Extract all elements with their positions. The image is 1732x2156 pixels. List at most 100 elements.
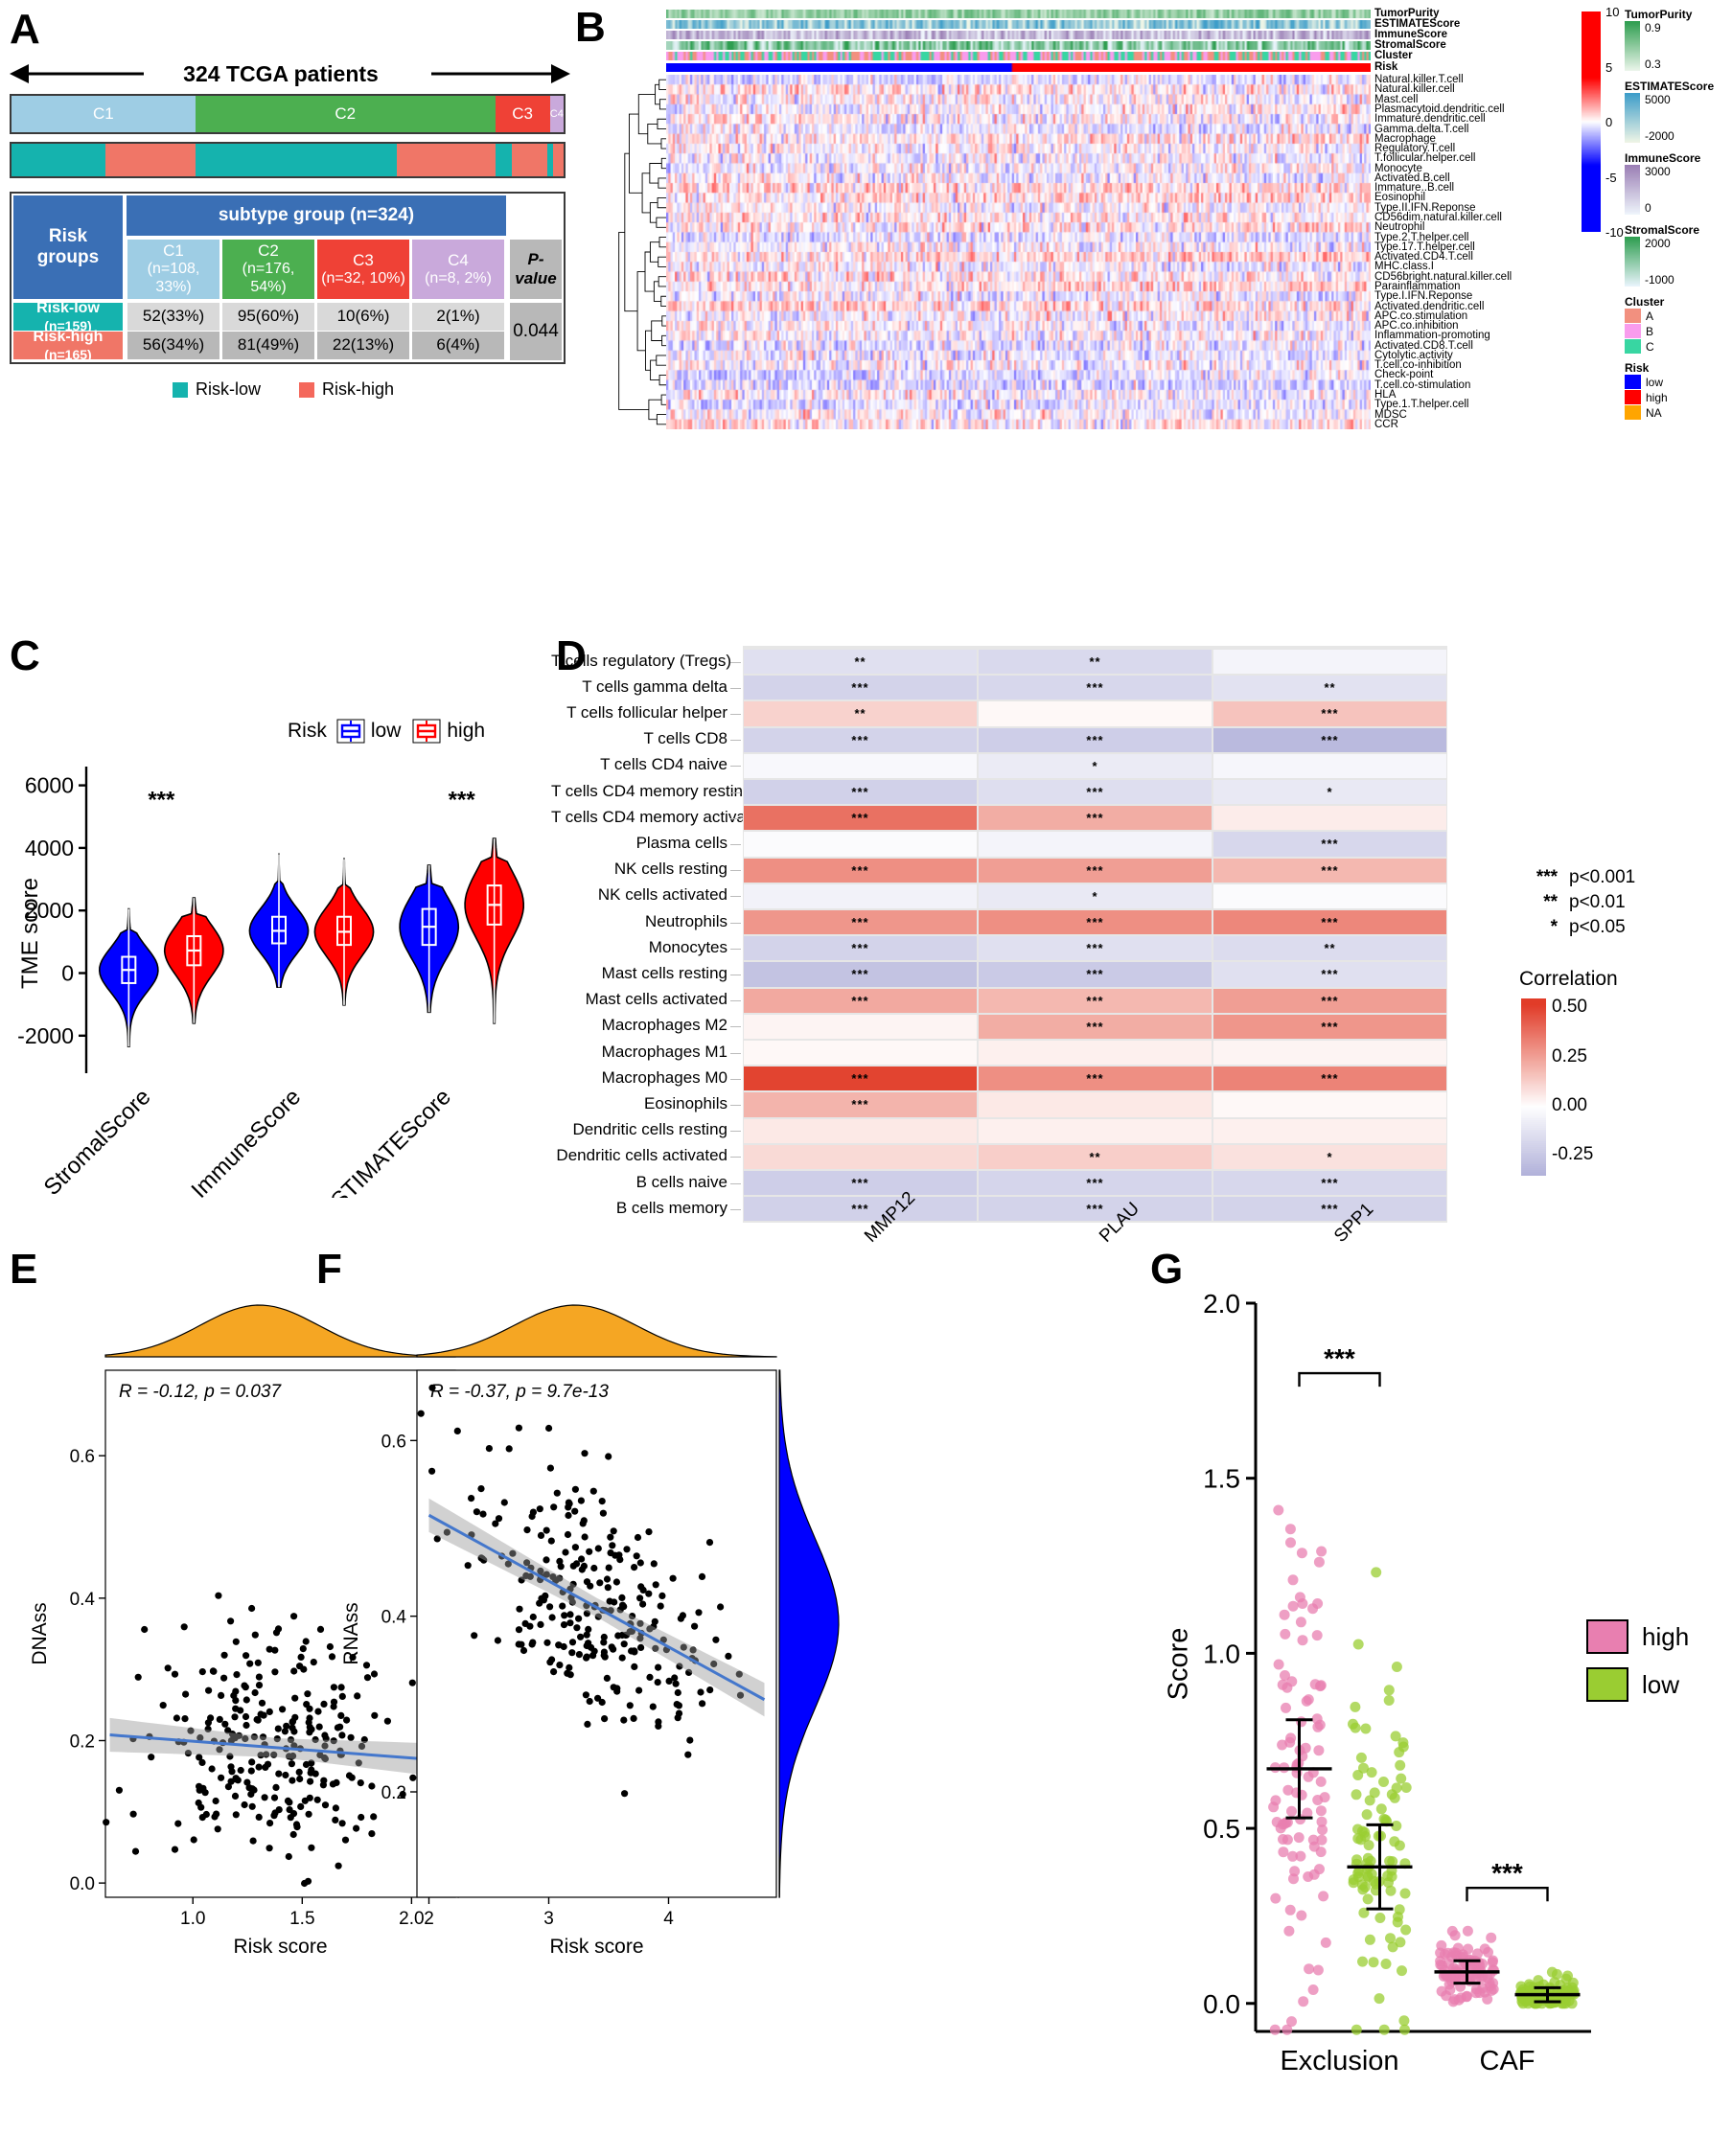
panel-g-ytick: 0.0 xyxy=(1203,1989,1240,2019)
scatter-point xyxy=(233,1671,241,1679)
legend-swatch xyxy=(1625,390,1641,404)
legend-item: NA xyxy=(1625,405,1730,420)
dot-point xyxy=(1285,1537,1296,1548)
scatter-point xyxy=(134,1673,142,1681)
scatter-point xyxy=(537,1620,544,1628)
col-header-name: C3 xyxy=(353,250,374,269)
dot-point xyxy=(1298,1996,1309,2007)
col-header-name: C2 xyxy=(258,241,279,261)
heatmap-row-label: CCR xyxy=(1374,418,1398,430)
scatter-point xyxy=(581,1450,589,1457)
scatter-point xyxy=(171,1846,179,1853)
scatter-point xyxy=(261,1794,268,1801)
scatter-ytick: 0.0 xyxy=(70,1874,95,1894)
scatter-point xyxy=(561,1612,568,1619)
scatter-point xyxy=(282,1771,289,1779)
scatter-point xyxy=(243,1778,251,1786)
scatter-point xyxy=(237,1707,244,1714)
scatter-point xyxy=(581,1533,589,1541)
legend-item: Risk-low xyxy=(173,379,261,400)
scatter-point xyxy=(603,1575,612,1583)
dot-point xyxy=(1357,1956,1368,1967)
correlation-cell xyxy=(1213,650,1446,675)
scatter-point xyxy=(520,1646,528,1655)
scatter-point xyxy=(577,1633,585,1640)
colorbar-tick: 0.25 xyxy=(1552,1045,1587,1067)
correlation-cell xyxy=(1213,1118,1446,1143)
annotation-legend-title: StromalScore xyxy=(1625,223,1700,237)
scatter-point xyxy=(266,1708,273,1715)
correlation-row-label: NK cells activated xyxy=(597,885,727,905)
correlation-cell: *** xyxy=(744,1171,977,1196)
correlation-cell: ** xyxy=(744,701,977,726)
scatter-point xyxy=(610,1527,617,1535)
scatter-point xyxy=(220,1674,228,1682)
legend-label: B xyxy=(1646,324,1654,338)
dot-point xyxy=(1273,1659,1284,1670)
scatter-point xyxy=(242,1652,250,1660)
scatter-point xyxy=(207,1714,215,1722)
dot-point xyxy=(1462,1925,1473,1937)
dot-point xyxy=(1286,1805,1297,1817)
dot-point xyxy=(1316,1546,1328,1557)
scatter-point xyxy=(289,1777,296,1784)
correlation-cell: *** xyxy=(744,962,977,987)
scatter-point xyxy=(141,1625,149,1634)
annotation-legend-gradient xyxy=(1625,165,1640,215)
dot-point xyxy=(1296,1716,1307,1728)
subtype-bar-segment: C4 xyxy=(549,96,565,132)
dot-point xyxy=(1320,1937,1331,1948)
scatter-ylabel: RNAss xyxy=(340,1602,362,1664)
categorical-legend-title: Cluster xyxy=(1625,295,1665,309)
correlation-cell: *** xyxy=(979,858,1212,883)
scatter-point xyxy=(453,1427,461,1434)
scatter-point xyxy=(227,1778,235,1785)
dot-point xyxy=(1312,1964,1324,1976)
scatter-point xyxy=(479,1510,487,1518)
correlation-cell: *** xyxy=(979,1067,1212,1091)
scatter-point xyxy=(198,1758,206,1766)
correlation-cell: *** xyxy=(1213,1197,1446,1222)
dot-point xyxy=(1351,2024,1362,2035)
scatter-point xyxy=(468,1495,475,1502)
violin-legend-item: low xyxy=(336,719,401,744)
annotation-legend: StromalScore 2000 -1000 xyxy=(1625,223,1730,287)
scatter-point xyxy=(290,1613,298,1620)
risk-bar-segment xyxy=(12,144,105,176)
scatter-point xyxy=(537,1531,545,1539)
scatter-point xyxy=(255,1763,263,1771)
scatter-point xyxy=(266,1820,274,1827)
scatter-point xyxy=(657,1602,664,1610)
row-label-name: Risk-low xyxy=(36,299,100,316)
scatter-point xyxy=(547,1537,555,1545)
boxplot-legend-icon xyxy=(412,719,441,744)
scatter-point xyxy=(232,1811,240,1819)
scatter-point xyxy=(634,1533,642,1542)
scatter-point xyxy=(698,1572,706,1580)
legend-label: A xyxy=(1646,309,1654,323)
legend-top-value: 5000 xyxy=(1645,93,1671,106)
scatter-point xyxy=(213,1810,220,1818)
scatter-point xyxy=(492,1520,499,1527)
scatter-point xyxy=(594,1694,602,1702)
scatter-point xyxy=(301,1797,309,1804)
scatter-point xyxy=(174,1820,182,1827)
dot-point xyxy=(1391,1662,1402,1672)
scatter-point xyxy=(251,1631,259,1639)
dot-point xyxy=(1378,1777,1389,1787)
correlation-row-label: NK cells resting xyxy=(613,860,727,879)
table-row-label: Risk-low (n=159) xyxy=(13,299,123,333)
scatter-point xyxy=(545,1424,553,1433)
scatter-point xyxy=(580,1517,588,1525)
scatter-point xyxy=(566,1611,574,1618)
scatter-point xyxy=(607,1549,614,1557)
scatter-point xyxy=(583,1631,590,1639)
scatter-point xyxy=(274,1725,282,1732)
scatter-point xyxy=(208,1765,216,1773)
scatter-point xyxy=(589,1487,597,1495)
scatter-point xyxy=(649,1703,657,1710)
colorbar-tick: -0.25 xyxy=(1552,1144,1594,1165)
scatter-point xyxy=(257,1710,265,1718)
dot-point xyxy=(1400,1782,1412,1793)
risk-bar-segment xyxy=(495,144,512,176)
